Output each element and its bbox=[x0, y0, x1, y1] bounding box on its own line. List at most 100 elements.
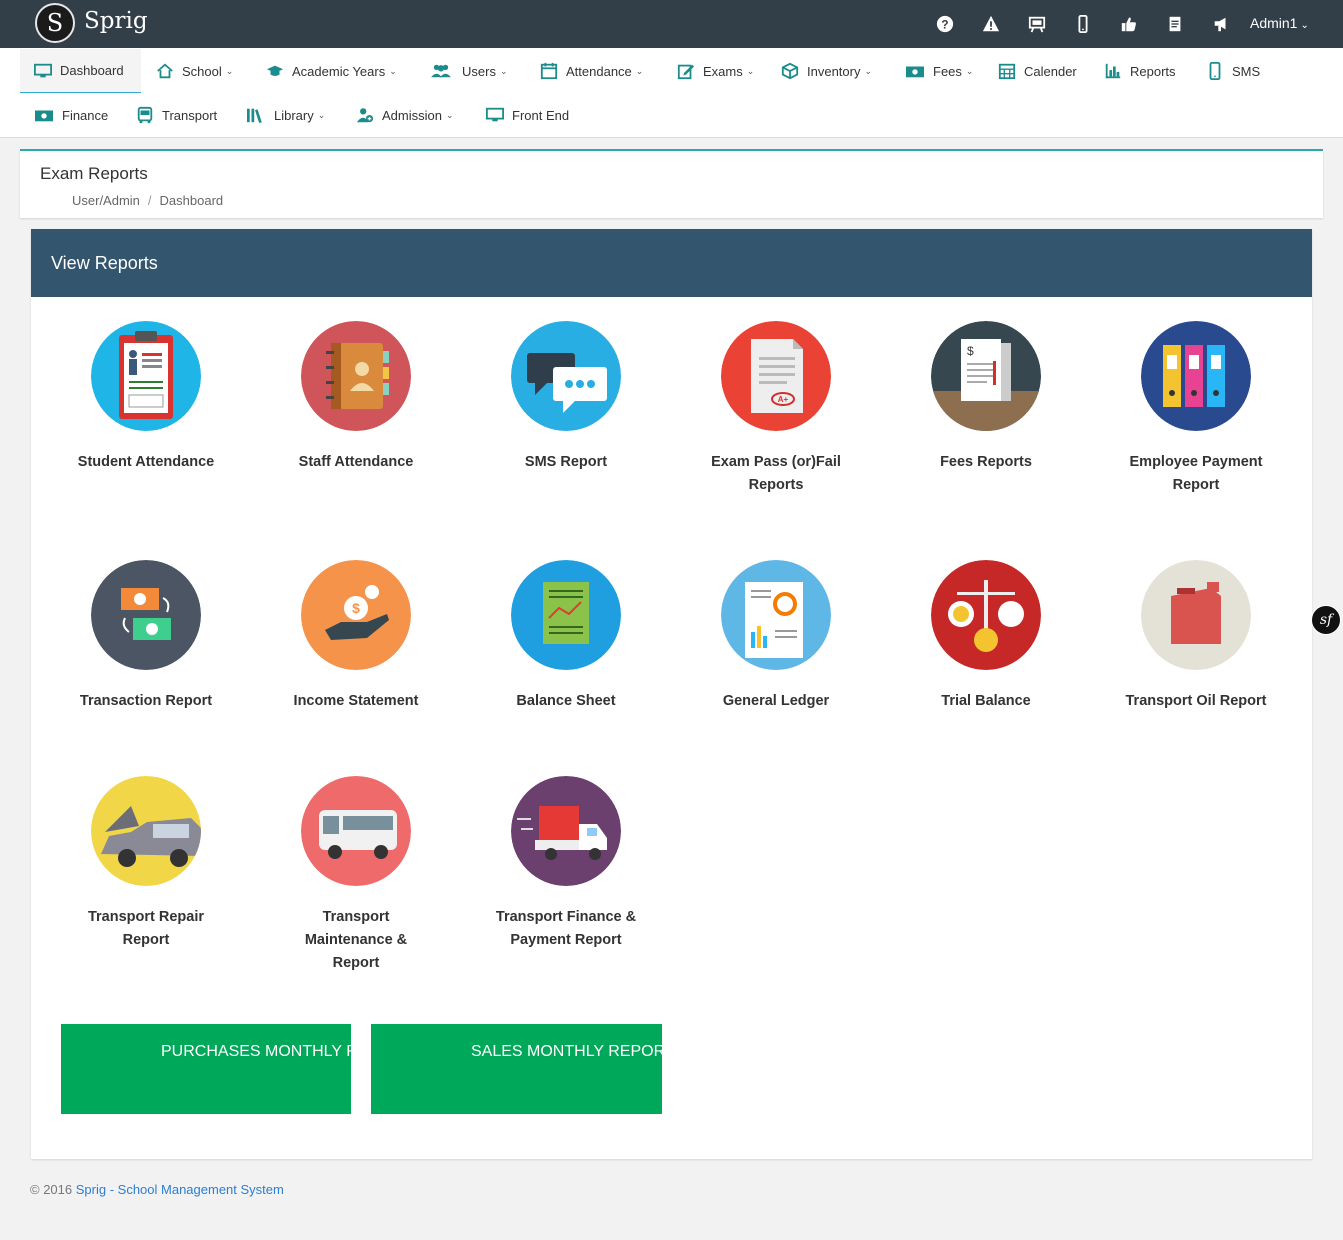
report-sms[interactable]: SMS Report bbox=[476, 321, 656, 474]
breadcrumb: User/Admin / Dashboard bbox=[72, 193, 223, 208]
tile-label: Transport Repair Report bbox=[87, 909, 205, 948]
truck-icon bbox=[511, 776, 621, 886]
top-bar: S Sprig ? Admin1 ⌄ bbox=[0, 0, 1343, 48]
chevron-down-icon: ⌄ bbox=[1300, 20, 1309, 31]
nav-attendance[interactable]: Attendance ⌄ bbox=[540, 49, 643, 93]
mobile-icon[interactable] bbox=[1060, 12, 1106, 36]
report-general-ledger[interactable]: General Ledger bbox=[686, 560, 866, 713]
chevron-down-icon: ⌄ bbox=[317, 109, 326, 120]
chevron-down-icon: ⌄ bbox=[864, 65, 873, 76]
nav-school[interactable]: School ⌄ bbox=[156, 49, 233, 93]
nav-reports[interactable]: Reports bbox=[1104, 49, 1176, 93]
nav-school-label: School bbox=[182, 63, 222, 79]
help-icon[interactable]: ? bbox=[922, 12, 968, 36]
nav-fees-label: Fees bbox=[933, 63, 962, 79]
nav-library[interactable]: Library ⌄ bbox=[246, 93, 325, 137]
nav-calender[interactable]: Calender bbox=[998, 49, 1077, 93]
user-name: Admin1 bbox=[1250, 15, 1298, 31]
document-icon[interactable] bbox=[1152, 12, 1198, 36]
report-employee-payment[interactable]: Employee Payment Report bbox=[1106, 321, 1286, 497]
nav-users-label: Users bbox=[462, 63, 496, 79]
page-header: Exam Reports User/Admin / Dashboard bbox=[20, 149, 1323, 218]
clipboard-icon bbox=[91, 321, 201, 431]
nav-academic-years[interactable]: Academic Years ⌄ bbox=[266, 49, 397, 93]
money-exchange-icon bbox=[91, 560, 201, 670]
megaphone-icon[interactable] bbox=[1198, 12, 1244, 36]
nav-transport[interactable]: Transport bbox=[136, 93, 217, 137]
tile-label: Employee Payment Report bbox=[1129, 454, 1263, 493]
tile-label: SMS Report bbox=[524, 454, 608, 470]
report-fees[interactable]: $ Fees Reports bbox=[896, 321, 1076, 474]
top-icons: ? bbox=[922, 12, 1244, 36]
report-student-attendance[interactable]: Student Attendance bbox=[56, 321, 236, 474]
chevron-down-icon: ⌄ bbox=[746, 65, 755, 76]
tile-label: Fees Reports bbox=[940, 454, 1032, 470]
tile-label: Transport Finance & Payment Report bbox=[495, 909, 637, 948]
warning-icon[interactable] bbox=[968, 12, 1014, 36]
nav-front-end[interactable]: Front End bbox=[486, 93, 569, 137]
presentation-icon[interactable] bbox=[1014, 12, 1060, 36]
footer: © 2016 Sprig - School Management System bbox=[30, 1182, 284, 1197]
graduation-cap-icon bbox=[266, 65, 284, 76]
nav-finance-label: Finance bbox=[62, 107, 109, 123]
nav-finance[interactable]: Finance bbox=[34, 93, 108, 137]
home-icon bbox=[157, 63, 173, 79]
tile-label: Transaction Report bbox=[79, 693, 213, 709]
bus-icon bbox=[137, 106, 153, 124]
tile-label: Income Statement bbox=[293, 693, 419, 709]
report-transport-repair[interactable]: Transport Repair Report bbox=[56, 776, 236, 952]
sales-monthly-report-button[interactable]: SALES MONTHLY REPORT bbox=[371, 1024, 662, 1114]
tile-label: Trial Balance bbox=[941, 693, 1031, 709]
nav-academic-years-label: Academic Years bbox=[292, 63, 386, 79]
nav-inventory[interactable]: Inventory ⌄ bbox=[781, 49, 872, 93]
report-transport-oil[interactable]: Transport Oil Report bbox=[1106, 560, 1286, 713]
tile-label: Staff Attendance bbox=[298, 454, 414, 470]
nav-admission[interactable]: Admission ⌄ bbox=[356, 93, 454, 137]
cube-icon bbox=[781, 62, 799, 80]
monitor-icon bbox=[34, 63, 52, 77]
report-staff-attendance[interactable]: Staff Attendance bbox=[266, 321, 446, 474]
money-icon bbox=[35, 110, 53, 122]
nav-dashboard[interactable]: Dashboard bbox=[20, 49, 141, 93]
contact-book-icon bbox=[301, 321, 411, 431]
breadcrumb-item[interactable]: Dashboard bbox=[160, 193, 224, 208]
chevron-down-icon: ⌄ bbox=[635, 65, 644, 76]
svg-text:$: $ bbox=[967, 344, 974, 358]
nav-users[interactable]: Users ⌄ bbox=[428, 49, 508, 93]
logo[interactable]: S bbox=[35, 3, 75, 43]
footer-link[interactable]: Sprig - School Management System bbox=[76, 1182, 284, 1197]
oil-can-icon bbox=[1141, 560, 1251, 670]
scale-icon bbox=[931, 560, 1041, 670]
brand-name[interactable]: Sprig bbox=[84, 8, 148, 34]
exam-paper-icon: A+ bbox=[721, 321, 831, 431]
nav-transport-label: Transport bbox=[162, 107, 218, 123]
copyright-text: © 2016 bbox=[30, 1182, 73, 1197]
monitor-icon bbox=[486, 107, 504, 122]
report-exam-pass-fail[interactable]: A+ Exam Pass (or)Fail Reports bbox=[686, 321, 866, 497]
money-icon bbox=[906, 66, 924, 78]
report-balance-sheet[interactable]: Balance Sheet bbox=[476, 560, 656, 713]
nav-admission-label: Admission bbox=[382, 107, 442, 123]
report-transport-finance[interactable]: Transport Finance & Payment Report bbox=[476, 776, 656, 952]
tile-label: General Ledger bbox=[722, 693, 830, 709]
binders-icon bbox=[1141, 321, 1251, 431]
report-trial-balance[interactable]: Trial Balance bbox=[896, 560, 1076, 713]
symfony-toolbar-badge[interactable]: sf bbox=[1311, 605, 1341, 635]
nav-exams[interactable]: Exams ⌄ bbox=[677, 49, 754, 93]
tile-label: Transport Oil Report bbox=[1125, 693, 1267, 709]
hand-coin-icon: $ bbox=[301, 560, 411, 670]
user-menu[interactable]: Admin1 ⌄ bbox=[1250, 15, 1309, 31]
report-income-statement[interactable]: $ Income Statement bbox=[266, 560, 446, 713]
report-transaction[interactable]: Transaction Report bbox=[56, 560, 236, 713]
breadcrumb-item[interactable]: User/Admin bbox=[72, 193, 140, 208]
report-transport-maintenance[interactable]: Transport Maintenance & Report bbox=[266, 776, 446, 975]
purchases-monthly-report-label: PURCHASES MONTHLY REPORT bbox=[161, 1043, 351, 1060]
nav-fees[interactable]: Fees ⌄ bbox=[905, 49, 973, 93]
purchases-monthly-report-button[interactable]: PURCHASES MONTHLY REPORT bbox=[61, 1024, 351, 1114]
mobile-icon bbox=[1209, 62, 1221, 80]
tile-label: Student Attendance bbox=[77, 454, 215, 470]
nav-sms[interactable]: SMS bbox=[1206, 49, 1260, 93]
thumbs-up-icon[interactable] bbox=[1106, 12, 1152, 36]
books-icon bbox=[247, 108, 262, 124]
chevron-down-icon: ⌄ bbox=[965, 65, 974, 76]
